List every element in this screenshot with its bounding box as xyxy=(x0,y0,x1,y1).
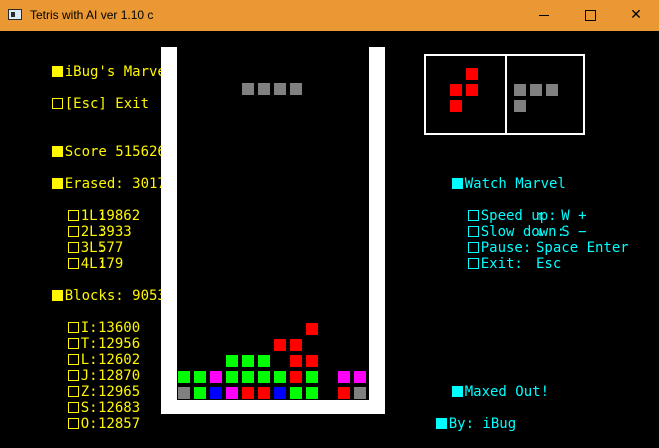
filled-square-icon xyxy=(451,178,463,189)
maximize-button[interactable] xyxy=(567,0,613,31)
piece-count: 12857 xyxy=(98,416,141,432)
filled-square-icon xyxy=(51,290,63,301)
falling-piece-block xyxy=(290,83,302,95)
control-keys: Esc xyxy=(536,256,562,272)
next-piece-block xyxy=(530,84,542,96)
credit-row: By: iBug xyxy=(402,400,516,448)
stack-block xyxy=(226,387,238,399)
close-icon: ✕ xyxy=(630,7,642,23)
preview-divider xyxy=(505,56,507,133)
piece-count: 12602 xyxy=(98,352,141,368)
game-window: Tetris with AI ver 1.10 c ✕ iBug's Marve… xyxy=(0,0,659,432)
credit-text: By: iBug xyxy=(448,416,517,432)
stack-block xyxy=(306,323,318,335)
stack-block xyxy=(306,355,318,367)
stack-block xyxy=(338,387,350,399)
falling-piece-block xyxy=(258,83,270,95)
exit-hint: [Esc] Exit xyxy=(64,96,150,112)
piece-o-row: O: 12857 xyxy=(34,400,140,448)
next-piece-block xyxy=(450,84,462,96)
next-piece-block xyxy=(450,100,462,112)
exit-hint-row: [Esc] Exit xyxy=(18,80,149,128)
title-bar[interactable]: Tetris with AI ver 1.10 c ✕ xyxy=(0,0,659,31)
stack-block xyxy=(290,355,302,367)
next-piece-block xyxy=(546,84,558,96)
playfield-left-wall xyxy=(161,47,177,414)
control-label: Exit: xyxy=(480,256,523,272)
empty-square-icon xyxy=(67,258,79,269)
stack-block xyxy=(258,355,270,367)
stack-block xyxy=(338,371,350,383)
playfield xyxy=(161,47,385,414)
stack-block xyxy=(354,387,366,399)
stack-block xyxy=(258,387,270,399)
minimize-button[interactable] xyxy=(521,0,567,31)
stack-block xyxy=(290,339,302,351)
app-icon[interactable] xyxy=(8,9,22,20)
piece-label: O: xyxy=(80,416,98,432)
filled-square-icon xyxy=(435,418,447,429)
piece-count: 12965 xyxy=(98,384,141,400)
mode-label: Watch Marvel xyxy=(464,176,566,192)
filled-square-icon xyxy=(51,146,63,157)
stack-block xyxy=(226,371,238,383)
falling-piece-block xyxy=(274,83,286,95)
control-exit-row: Exit: Esc xyxy=(434,240,561,288)
stack-block xyxy=(274,387,286,399)
score: Score 515626 xyxy=(64,144,166,160)
blocks-total: Blocks: 90533 xyxy=(64,288,175,304)
empty-square-icon xyxy=(467,258,479,269)
stack-block xyxy=(306,371,318,383)
stack-block xyxy=(194,387,206,399)
stack-block xyxy=(306,387,318,399)
minimize-icon xyxy=(539,14,549,16)
stack-block xyxy=(242,355,254,367)
stack-block xyxy=(274,339,286,351)
close-button[interactable]: ✕ xyxy=(613,0,659,31)
window-title: Tetris with AI ver 1.10 c xyxy=(30,8,154,22)
next-pieces-preview xyxy=(424,54,585,135)
stack-block xyxy=(290,371,302,383)
stack-block xyxy=(194,371,206,383)
stack-block xyxy=(226,355,238,367)
filled-square-icon xyxy=(51,178,63,189)
playfield-right-wall xyxy=(369,47,385,414)
erased-total: Erased: 30175 xyxy=(64,176,175,192)
piece-count: 13600 xyxy=(98,320,141,336)
control-keys: ↓ S − xyxy=(536,224,587,240)
stack-block xyxy=(242,371,254,383)
stack-block xyxy=(258,371,270,383)
falling-piece-block xyxy=(242,83,254,95)
lines-value: 179 xyxy=(98,256,124,272)
filled-square-icon xyxy=(51,66,63,77)
empty-square-icon xyxy=(51,98,63,109)
next-piece-block xyxy=(466,84,478,96)
next-piece-block xyxy=(514,84,526,96)
maximize-icon xyxy=(584,9,596,21)
status-text: Maxed Out! xyxy=(464,384,550,400)
stack-block xyxy=(274,371,286,383)
stack-block xyxy=(354,371,366,383)
control-keys: Space Enter xyxy=(536,240,629,256)
stack-block xyxy=(210,387,222,399)
empty-square-icon xyxy=(67,418,79,429)
playfield-floor xyxy=(161,400,385,414)
stack-block xyxy=(290,387,302,399)
player-name: iBug's Marvel xyxy=(64,64,175,80)
stack-block xyxy=(242,387,254,399)
next-piece-block xyxy=(514,100,526,112)
next-piece-block xyxy=(466,68,478,80)
stack-block xyxy=(210,371,222,383)
piece-count: 12956 xyxy=(98,336,141,352)
stack-block xyxy=(178,371,190,383)
piece-count: 12683 xyxy=(98,400,141,416)
piece-count: 12870 xyxy=(98,368,141,384)
stack-block xyxy=(178,387,190,399)
filled-square-icon xyxy=(451,386,463,397)
